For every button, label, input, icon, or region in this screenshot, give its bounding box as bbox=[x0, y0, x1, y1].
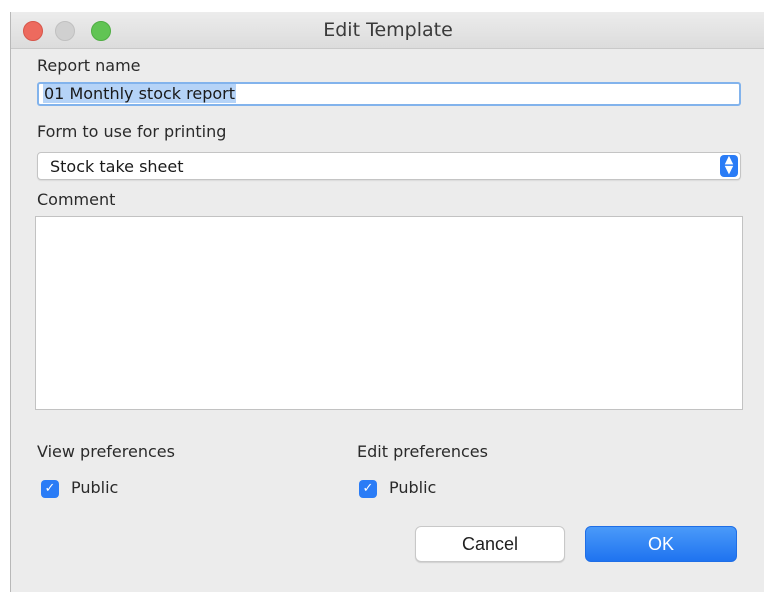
edit-template-window: Edit Template Report name 01 Monthly sto… bbox=[10, 12, 764, 592]
form-select[interactable]: Stock take sheet ▲ ▼ bbox=[37, 152, 741, 180]
report-name-label: Report name bbox=[37, 56, 141, 75]
edit-public-label: Public bbox=[389, 478, 437, 497]
ok-button[interactable]: OK bbox=[585, 526, 737, 562]
report-name-value: 01 Monthly stock report bbox=[43, 84, 237, 103]
edit-preferences-label: Edit preferences bbox=[357, 442, 488, 461]
checkmark-icon: ✓ bbox=[44, 481, 56, 496]
cancel-button[interactable]: Cancel bbox=[415, 526, 565, 562]
form-label: Form to use for printing bbox=[37, 122, 227, 141]
title-bar[interactable]: Edit Template bbox=[11, 12, 764, 49]
form-selected-value: Stock take sheet bbox=[50, 157, 184, 176]
comment-label: Comment bbox=[37, 190, 116, 209]
view-public-label: Public bbox=[71, 478, 119, 497]
comment-textarea[interactable] bbox=[35, 216, 743, 410]
report-name-input[interactable]: 01 Monthly stock report bbox=[37, 82, 741, 106]
window-title: Edit Template bbox=[323, 19, 453, 41]
edit-public-checkbox[interactable]: ✓ bbox=[359, 480, 377, 498]
chevron-updown-icon[interactable]: ▲ ▼ bbox=[720, 154, 738, 177]
view-public-checkbox[interactable]: ✓ bbox=[41, 480, 59, 498]
view-preferences-label: View preferences bbox=[37, 442, 175, 461]
checkmark-icon: ✓ bbox=[362, 481, 374, 496]
